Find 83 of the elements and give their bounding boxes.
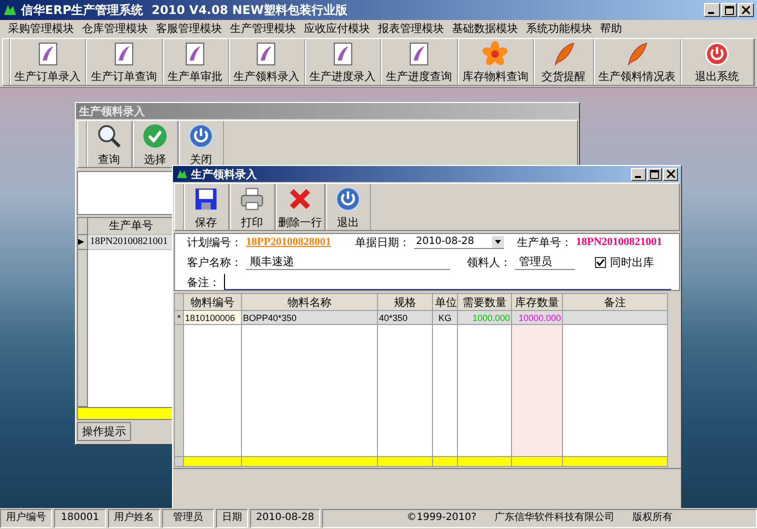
toolbar-button[interactable]: 保存 [183,184,229,230]
table-cell: 10000.000 [512,310,562,324]
menu-item[interactable]: 采购管理模块 [4,21,78,36]
menu-item[interactable]: 帮助 [596,21,626,36]
close-button[interactable] [663,168,678,180]
date-dropdown[interactable]: 2010-08-28 [414,236,504,248]
table-cell: BOPP40*350 [242,310,378,324]
status-text: 版权所有 [632,510,672,525]
toolbar-button[interactable]: 退出 [325,184,371,230]
power-icon [334,184,362,212]
row-indicator: ▶ [78,235,88,250]
toolbar-button[interactable]: 退出系统 [680,39,754,85]
toolbar-button[interactable]: 生产领料情况表 [593,39,680,85]
child-window-title: 生产领料录入 [79,104,145,118]
power-icon [704,40,730,66]
toolbar-button[interactable]: 库存物料查询 [456,39,534,85]
field-label: 领料人： [467,254,511,270]
maximize-icon [724,6,734,14]
maximize-button[interactable] [721,3,737,17]
status-text: ©1999-2010? [406,511,476,525]
field-label: 生产单号： [517,234,572,250]
table-cell: 18PN20100821001 [88,235,173,250]
field-label: 单据日期： [355,234,410,250]
table-cell: 1810100006 [184,310,242,324]
menu-item[interactable]: 应收应付模块 [300,21,374,36]
toolbar-button[interactable]: 生产进度录入 [304,39,380,85]
status-label: 用户编号 [0,509,52,528]
toolbar-button[interactable]: 查询 [86,121,132,167]
toolbar-button[interactable]: 删除一行 [275,184,325,230]
column-header[interactable]: 物料名称 [242,294,378,310]
input-field[interactable] [224,274,671,290]
toolbar-button[interactable]: 生产订单查询 [85,39,162,85]
maximize-icon [650,170,659,178]
close-icon [742,6,750,14]
status-value: 2010-08-28 [250,509,320,528]
tab[interactable]: 操作提示 [77,422,131,441]
column-header[interactable]: 单位 [432,294,458,310]
check-icon [141,122,169,150]
column-header[interactable]: 库存数量 [512,294,562,310]
status-label: 日期 [216,509,248,528]
close-icon [666,170,674,178]
toolbar-button[interactable]: 生产领料录入 [228,39,304,85]
field-label: 客户名称： [187,254,242,270]
caret-icon [492,236,504,248]
power-icon [187,122,215,150]
checkbox-icon [595,256,606,268]
column-header[interactable]: 物料编号 [184,294,242,310]
table-cell: 40*350 [378,310,432,324]
checkbox[interactable]: 同时出库 [595,254,654,270]
toolbar-button[interactable]: 选择 [132,121,178,167]
toolbar-button[interactable]: 生产单审批 [162,39,228,85]
menu-item[interactable]: 生产管理模块 [226,21,300,36]
field-label: 备注： [187,274,220,290]
field-value: 18PN20100821001 [576,236,662,248]
column-header[interactable]: 备注 [562,294,668,310]
minimize-button[interactable] [631,168,646,180]
toolbar-button[interactable]: 交货提醒 [533,39,594,85]
menu-item[interactable]: 报表管理模块 [374,21,448,36]
input-field[interactable]: 顺丰速递 [246,254,450,270]
menu-item[interactable]: 客服管理模块 [152,21,226,36]
checkbox-label: 同时出库 [610,254,654,270]
input-field[interactable]: 管理员 [515,254,575,270]
status-label: 用户姓名 [108,509,160,528]
column-header[interactable]: 规格 [378,294,432,310]
toolbar-button[interactable]: 生产进度查询 [380,39,457,85]
status-text: 广东信华软件科技有限公司 [494,510,614,525]
window-title: 信华ERP生产管理系统 2010 V4.08 NEW塑料包装行业版 [21,2,348,18]
toolbar-button[interactable]: 生产订单录入 [9,39,86,85]
table-cell: 1000.000 [458,310,512,324]
maximize-button[interactable] [647,168,662,180]
status-value: 180001 [54,509,106,528]
row-indicator: * [174,310,184,324]
column-header[interactable]: 需要数量 [458,294,512,310]
close-button[interactable] [738,3,754,17]
toolbar-button[interactable]: 打印 [229,184,275,230]
flower-icon [482,40,508,66]
menu-item[interactable]: 基础数据模块 [448,21,522,36]
menu-item[interactable]: 系统功能模块 [522,21,596,36]
field-label: 计划编号： [187,234,242,250]
child-window-title: 生产领料录入 [191,166,257,182]
minimize-button[interactable] [704,3,720,17]
menu-item[interactable]: 仓库管理模块 [78,21,152,36]
status-value: 管理员 [162,509,214,528]
